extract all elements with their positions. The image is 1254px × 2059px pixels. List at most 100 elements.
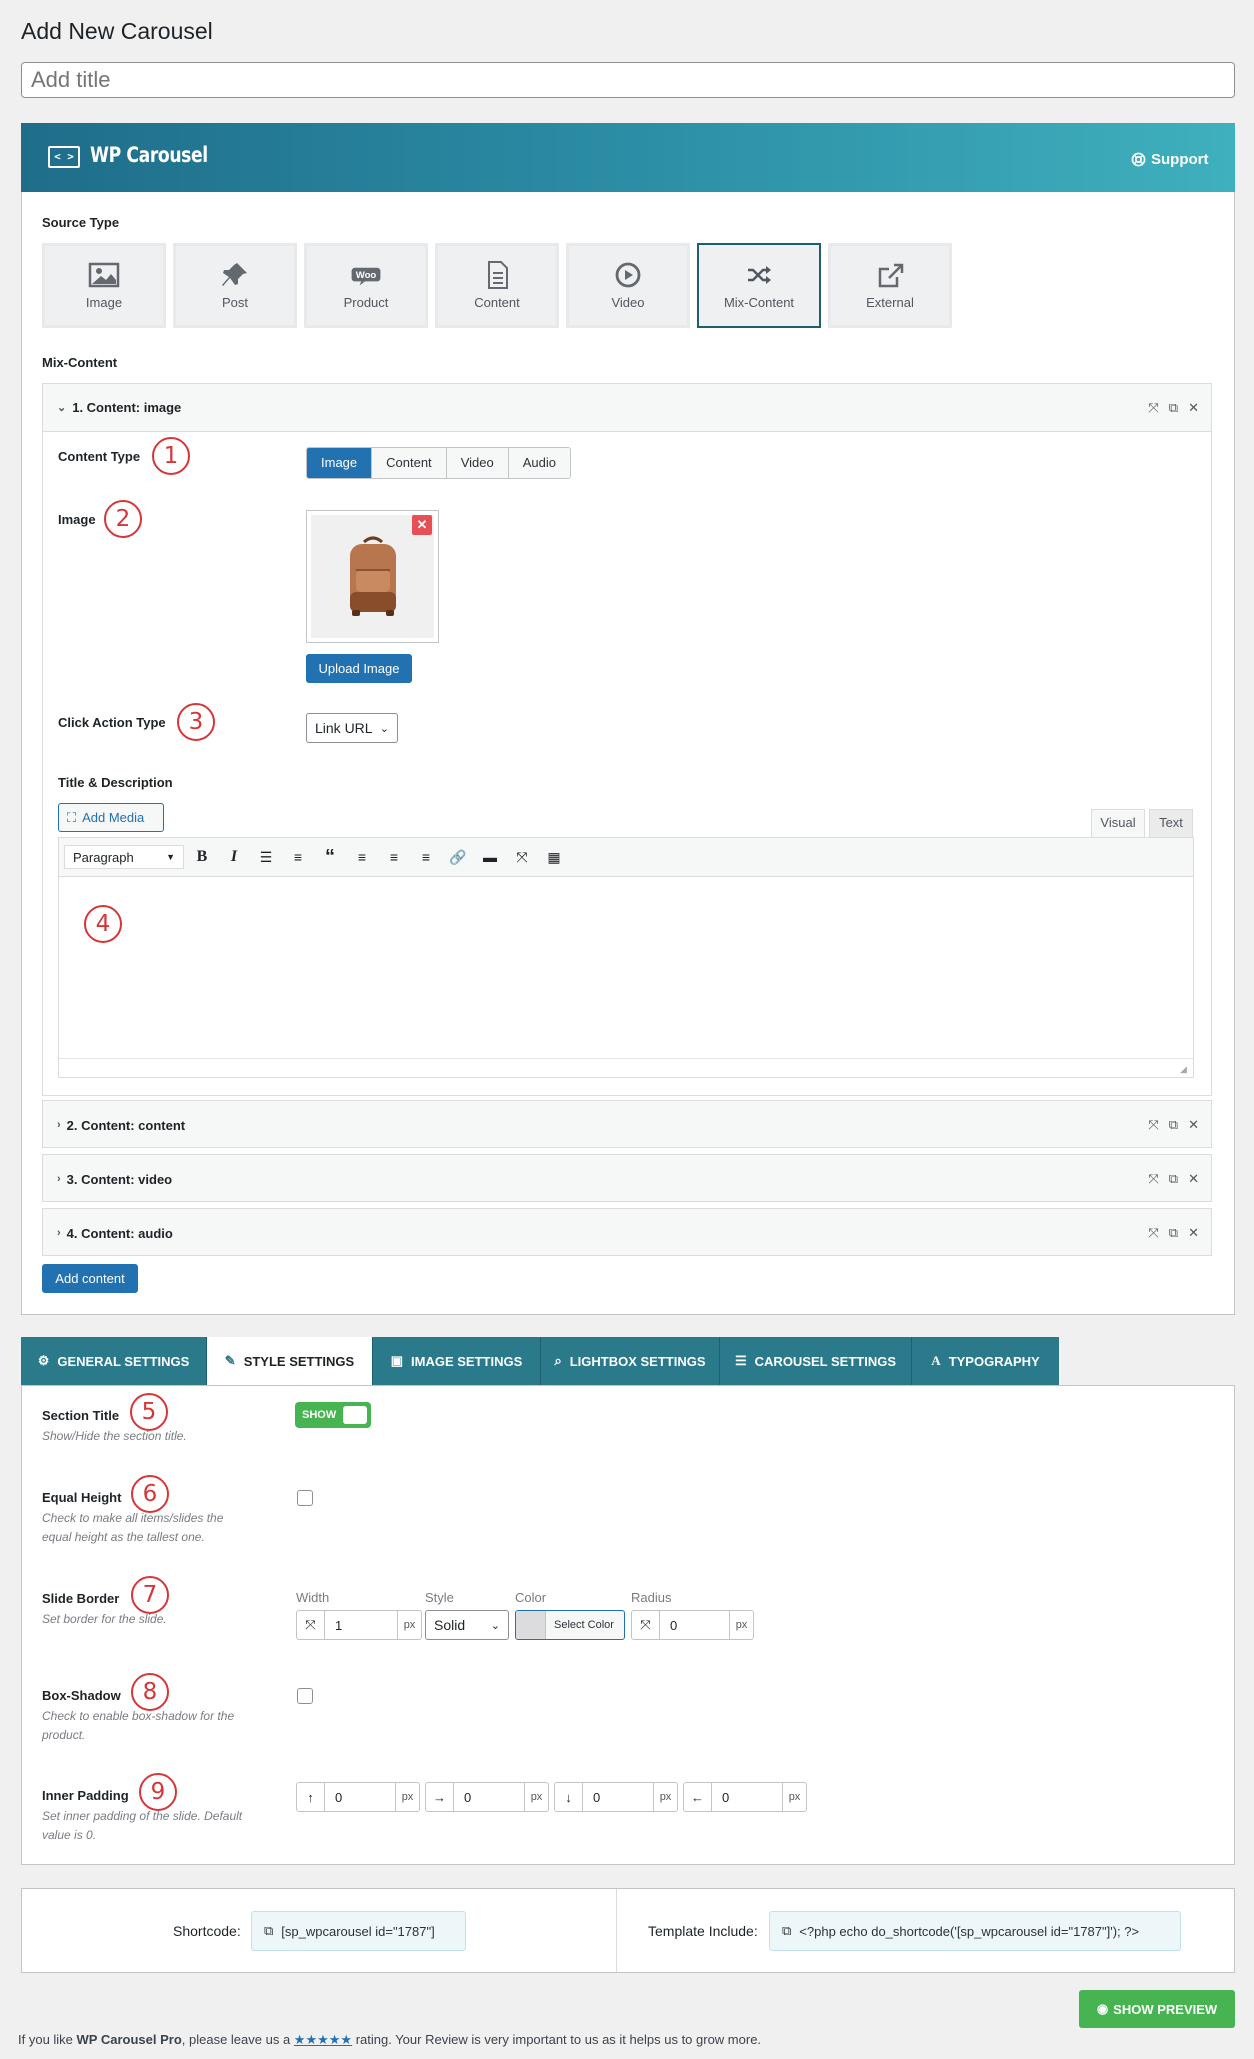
expand-icon[interactable]: ⤧ bbox=[1148, 1225, 1158, 1241]
select-color-label: Select Color bbox=[554, 1619, 614, 1631]
numbered-list-icon[interactable]: ≡ bbox=[288, 847, 308, 867]
close-icon[interactable]: ✕ bbox=[1188, 400, 1199, 416]
annotation-8: 8 bbox=[131, 1673, 169, 1711]
plugin-logo-text: WP Carousel bbox=[90, 143, 208, 167]
box-shadow-checkbox[interactable] bbox=[297, 1688, 313, 1704]
read-more-icon[interactable]: ▬ bbox=[480, 847, 500, 867]
source-type-label-mix: Mix-Content bbox=[723, 295, 795, 310]
search-icon: ⌕ bbox=[554, 1353, 562, 1368]
title-input[interactable] bbox=[21, 62, 1235, 98]
arrow-up-icon: ↑ bbox=[297, 1783, 325, 1811]
source-type-post[interactable]: Post bbox=[173, 243, 297, 328]
tab-label-typography: TYPOGRAPHY bbox=[948, 1353, 1040, 1369]
expand-icon[interactable]: ⤧ bbox=[1148, 1117, 1158, 1133]
padding-right-unit: px bbox=[524, 1783, 548, 1811]
border-width-value: 1 bbox=[335, 1617, 343, 1633]
italic-icon[interactable]: I bbox=[224, 847, 244, 867]
border-radius-input[interactable]: ⤧ 0 px bbox=[631, 1610, 754, 1640]
shuffle-icon bbox=[748, 266, 771, 284]
bold-icon[interactable]: B bbox=[192, 847, 212, 867]
toolbar-toggle-icon[interactable]: ▦ bbox=[544, 847, 564, 867]
align-left-icon[interactable]: ≡ bbox=[352, 847, 372, 867]
close-icon[interactable]: ✕ bbox=[1188, 1117, 1199, 1133]
tab-typography[interactable]: A TYPOGRAPHY bbox=[912, 1337, 1059, 1385]
padding-top-input[interactable]: ↑ 0 px bbox=[296, 1782, 420, 1812]
tab-style-settings[interactable]: ✎ STYLE SETTINGS bbox=[207, 1337, 373, 1385]
source-type-video[interactable]: Video bbox=[566, 243, 690, 328]
tab-carousel-settings[interactable]: ☰ CAROUSEL SETTINGS bbox=[720, 1337, 912, 1385]
settings-tabs: ⚙ GENERAL SETTINGS ✎ STYLE SETTINGS ▣ IMAGE… bbox=[21, 1337, 1059, 1385]
border-width-input[interactable]: ⤧ 1 px bbox=[296, 1610, 422, 1640]
document-icon bbox=[488, 261, 508, 289]
padding-right-value: 0 bbox=[464, 1789, 472, 1805]
upload-image-button[interactable]: Upload Image bbox=[306, 654, 412, 683]
close-icon[interactable]: ✕ bbox=[1188, 1171, 1199, 1187]
resize-handle-icon[interactable]: ◢ bbox=[1180, 1064, 1187, 1075]
title-desc-label: Title & Description bbox=[58, 775, 173, 790]
content-type-image[interactable]: Image bbox=[307, 448, 373, 478]
woo-icon: Woo bbox=[351, 267, 381, 286]
clone-icon[interactable]: ⧉ bbox=[1169, 1225, 1178, 1241]
border-style-label: Style bbox=[425, 1590, 454, 1605]
clone-icon[interactable]: ⧉ bbox=[1169, 400, 1178, 416]
tab-visual[interactable]: Visual bbox=[1091, 809, 1145, 837]
clone-icon[interactable]: ⧉ bbox=[1169, 1171, 1178, 1187]
footer-suffix: rating. Your Review is very important to… bbox=[352, 2032, 762, 2047]
source-type-product[interactable]: Woo Product bbox=[304, 243, 428, 328]
source-type-image[interactable]: Image bbox=[42, 243, 166, 328]
box-shadow-label: Box-Shadow bbox=[42, 1688, 121, 1703]
format-select[interactable]: Paragraph ▼ bbox=[64, 845, 184, 869]
content-type-video[interactable]: Video bbox=[446, 448, 509, 478]
editor-content-area[interactable] bbox=[59, 878, 1193, 1058]
support-link[interactable]: Support bbox=[1131, 151, 1209, 168]
annotation-9: 9 bbox=[139, 1773, 177, 1811]
fullscreen-icon[interactable]: ⤧ bbox=[512, 847, 532, 867]
accordion-item-2[interactable]: › 2. Content: content ⤧ ⧉ ✕ bbox=[42, 1100, 1212, 1148]
accordion-item-4[interactable]: › 4. Content: audio ⤧ ⧉ ✕ bbox=[42, 1208, 1212, 1256]
accordion-item-3[interactable]: › 3. Content: video ⤧ ⧉ ✕ bbox=[42, 1154, 1212, 1202]
tab-label-carousel: CAROUSEL SETTINGS bbox=[754, 1353, 896, 1369]
border-style-select[interactable]: Solid ⌄ bbox=[425, 1610, 509, 1640]
add-content-button[interactable]: Add content bbox=[42, 1264, 138, 1293]
tab-general-settings[interactable]: ⚙ GENERAL SETTINGS bbox=[21, 1337, 207, 1385]
equal-height-desc-2: equal height as the tallest one. bbox=[42, 1530, 205, 1544]
source-type-mix-content[interactable]: Mix-Content bbox=[697, 243, 821, 328]
clone-icon[interactable]: ⧉ bbox=[1169, 1117, 1178, 1133]
shortcode-field[interactable]: ⧉ [sp_wpcarousel id="1787"] bbox=[251, 1911, 466, 1951]
section-title-toggle[interactable]: SHOW bbox=[295, 1402, 371, 1428]
equal-height-checkbox[interactable] bbox=[297, 1490, 313, 1506]
rating-stars-link[interactable]: ★★★★★ bbox=[294, 2032, 352, 2047]
close-icon[interactable]: ✕ bbox=[1188, 1225, 1199, 1241]
template-include-field[interactable]: ⧉ <?php echo do_shortcode('[sp_wpcarouse… bbox=[769, 1911, 1181, 1951]
link-icon[interactable]: 🔗 bbox=[448, 847, 468, 867]
padding-bottom-input[interactable]: ↓ 0 px bbox=[554, 1782, 678, 1812]
padding-right-input[interactable]: → 0 px bbox=[425, 1782, 549, 1812]
source-type-external[interactable]: External bbox=[828, 243, 952, 328]
align-center-icon[interactable]: ≡ bbox=[384, 847, 404, 867]
add-media-button[interactable]: ⛶ Add Media bbox=[58, 803, 164, 832]
inner-padding-desc-2: value is 0. bbox=[42, 1828, 97, 1842]
add-media-label: Add Media bbox=[82, 810, 145, 825]
expand-icon[interactable]: ⤧ bbox=[1148, 1171, 1158, 1187]
source-type-content[interactable]: Content bbox=[435, 243, 559, 328]
tab-text[interactable]: Text bbox=[1149, 809, 1193, 837]
copy-icon: ⧉ bbox=[782, 1923, 792, 1938]
border-color-picker[interactable]: Select Color bbox=[515, 1610, 625, 1640]
expand-icon[interactable]: ⤧ bbox=[1148, 400, 1158, 416]
content-type-content[interactable]: Content bbox=[372, 448, 447, 478]
quote-icon[interactable]: “ bbox=[320, 846, 340, 868]
tab-lightbox-settings[interactable]: ⌕ LIGHTBOX SETTINGS bbox=[541, 1337, 720, 1385]
align-right-icon[interactable]: ≡ bbox=[416, 847, 436, 867]
click-action-select[interactable]: Link URL ⌄ bbox=[306, 713, 398, 743]
content-type-selector: Image Content Video Audio bbox=[306, 447, 571, 479]
bullet-list-icon[interactable]: ☰ bbox=[256, 847, 276, 867]
border-width-unit: px bbox=[397, 1611, 421, 1639]
remove-image-icon[interactable]: ✕ bbox=[412, 515, 432, 535]
content-type-audio[interactable]: Audio bbox=[508, 448, 570, 478]
show-preview-button[interactable]: ◉ SHOW PREVIEW bbox=[1079, 1990, 1235, 2028]
tab-image-settings[interactable]: ▣ IMAGE SETTINGS bbox=[373, 1337, 541, 1385]
inner-padding-inputs: ↑ 0 px → 0 px ↓ 0 px ← 0 px bbox=[296, 1782, 807, 1812]
border-radius-unit: px bbox=[729, 1611, 753, 1639]
accordion-header-1[interactable]: ⌄ 1. Content: image bbox=[43, 384, 1211, 432]
padding-left-input[interactable]: ← 0 px bbox=[683, 1782, 807, 1812]
